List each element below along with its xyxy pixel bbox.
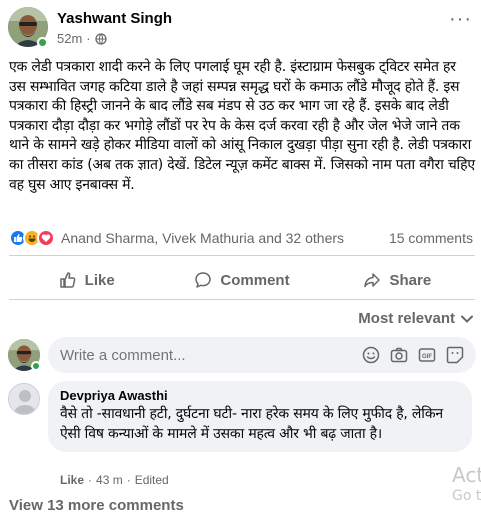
- comment-text: वैसे तो -सावधानी हटी, दुर्घटना घटी- नारा…: [60, 406, 443, 442]
- reaction-icons[interactable]: [9, 229, 55, 247]
- comment-time[interactable]: 43 m: [96, 473, 123, 487]
- share-arrow-icon: [364, 273, 381, 288]
- share-label: Share: [389, 271, 432, 289]
- online-status-dot: [31, 361, 41, 371]
- activate-windows-watermark: Act: [452, 463, 481, 487]
- comment-sort-dropdown[interactable]: Most relevant: [358, 310, 473, 327]
- more-options-icon[interactable]: ···: [449, 9, 472, 29]
- thumbs-up-icon: [59, 272, 76, 288]
- sticker-icon[interactable]: [446, 346, 464, 364]
- comment-meta: Like · 43 m · Edited: [60, 473, 169, 487]
- view-more-comments-link[interactable]: View 13 more comments: [9, 497, 184, 514]
- sort-label: Most relevant: [358, 310, 455, 327]
- like-label: Like: [84, 271, 115, 289]
- commenter-avatar[interactable]: [8, 383, 40, 415]
- svg-text:GIF: GIF: [422, 354, 432, 360]
- composer-tools: GIF: [362, 346, 464, 364]
- camera-icon[interactable]: [390, 346, 408, 364]
- comment-bubble-icon: [195, 272, 212, 288]
- commenter-name[interactable]: Devpriya Awasthi: [60, 388, 460, 403]
- divider: [9, 255, 475, 256]
- meta-separator: ·: [86, 31, 91, 46]
- post-meta: 52m ·: [57, 31, 107, 46]
- share-button[interactable]: Share: [320, 262, 475, 298]
- love-icon: [37, 229, 55, 247]
- post-author-name[interactable]: Yashwant Singh: [57, 10, 172, 27]
- comment-button[interactable]: Comment: [164, 262, 319, 298]
- reactions-summary: Anand Sharma, Vivek Mathuria and 32 othe…: [9, 228, 477, 248]
- comments-count[interactable]: 15 comments: [389, 230, 477, 246]
- globe-icon: [94, 32, 107, 45]
- post-action-bar: Like Comment Share: [9, 262, 475, 298]
- comment-like-button[interactable]: Like: [60, 473, 84, 487]
- comment-bubble: Devpriya Awasthi वैसे तो -सावधानी हटी, द…: [48, 381, 472, 452]
- post-time[interactable]: 52m: [57, 31, 82, 46]
- chevron-down-icon: [461, 315, 473, 323]
- post-text: एक लेडी पत्रकारा शादी करने के लिए पगलाई …: [9, 59, 475, 193]
- online-status-dot: [37, 37, 48, 48]
- comment-label: Comment: [220, 271, 290, 289]
- divider: [9, 299, 475, 300]
- reactor-names[interactable]: Anand Sharma, Vivek Mathuria and 32 othe…: [61, 230, 344, 246]
- emoji-icon[interactable]: [362, 346, 380, 364]
- gif-icon[interactable]: GIF: [418, 346, 436, 364]
- like-button[interactable]: Like: [9, 262, 164, 298]
- activate-windows-watermark-subtext: Go t: [452, 488, 481, 504]
- meta-separator: ·: [126, 473, 131, 487]
- comment-edited-label: Edited: [134, 473, 169, 487]
- post-header: Yashwant Singh 52m · ···: [8, 7, 474, 49]
- meta-separator: ·: [88, 473, 93, 487]
- comment-composer: GIF: [8, 337, 476, 373]
